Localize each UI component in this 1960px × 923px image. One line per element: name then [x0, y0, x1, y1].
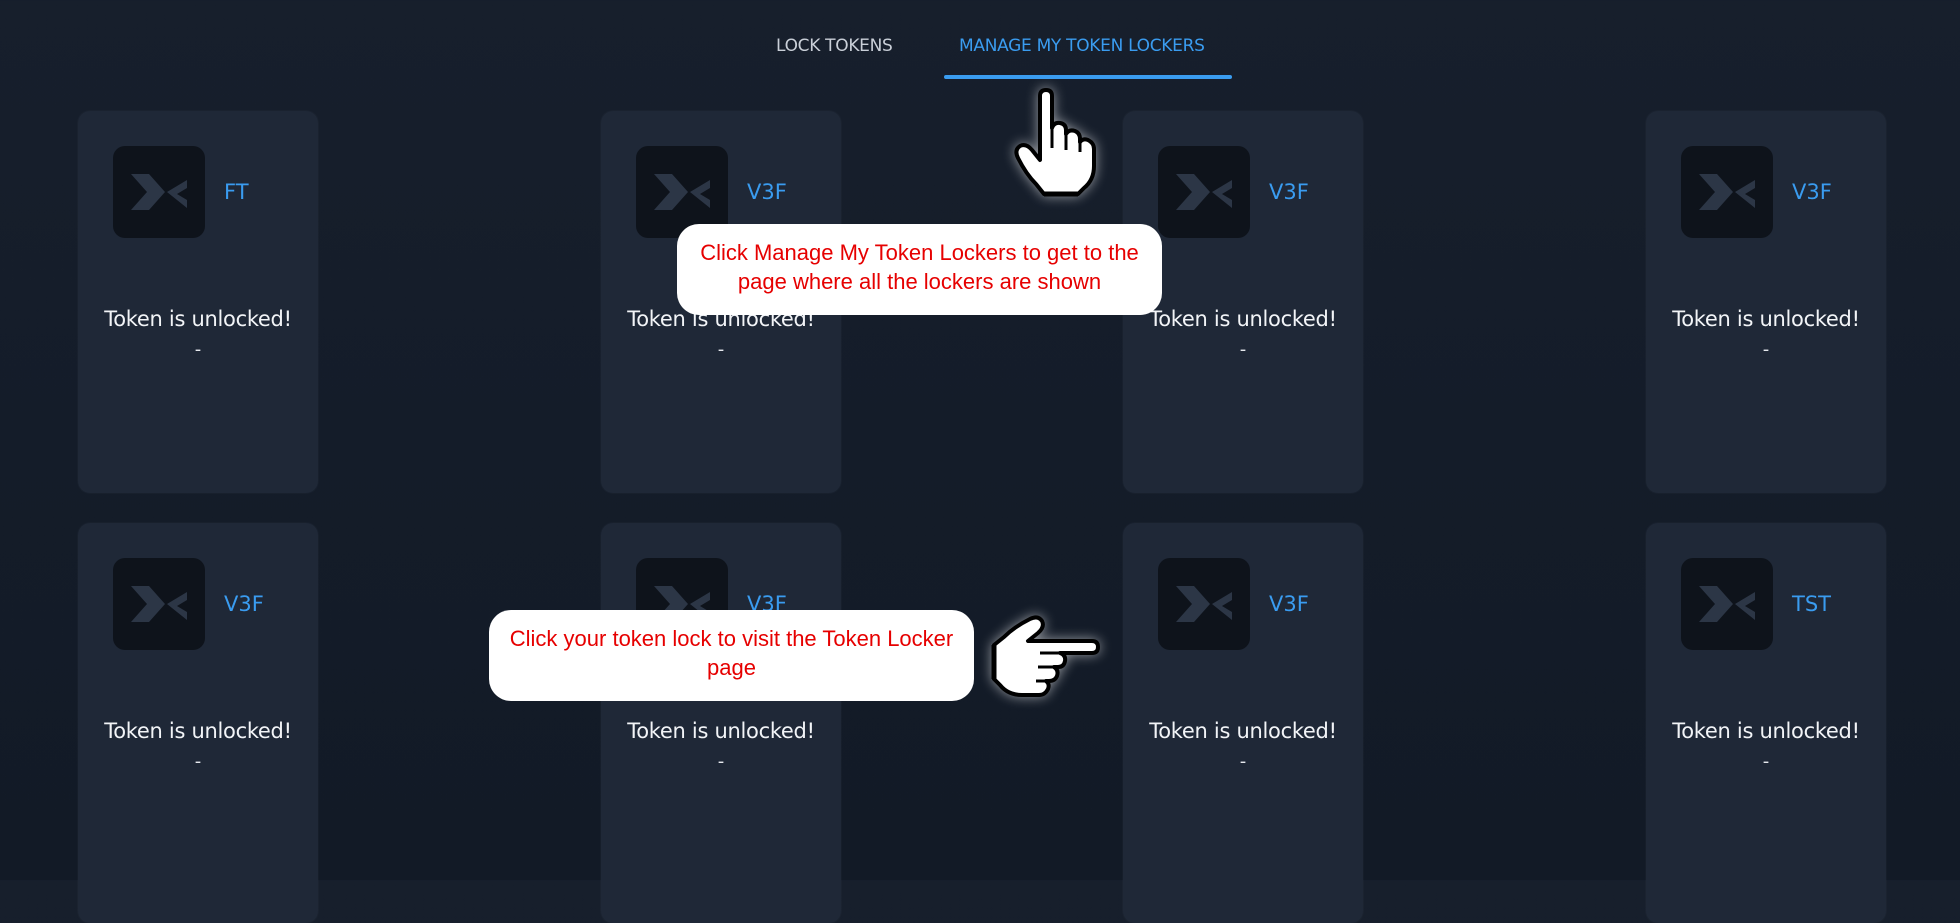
token-locker-card[interactable]: V3F Token is unlocked! - [1646, 111, 1886, 493]
lock-status-text: Token is unlocked! [1149, 719, 1337, 743]
token-logo-icon [1681, 146, 1773, 238]
lock-detail-text: - [1239, 751, 1247, 772]
token-symbol: V3F [1792, 180, 1832, 204]
token-logo-icon [113, 558, 205, 650]
lock-detail-text: - [717, 339, 725, 360]
token-logo-icon [113, 146, 205, 238]
lock-detail-text: - [194, 339, 202, 360]
token-logo-icon [1158, 146, 1250, 238]
lock-detail-text: - [717, 751, 725, 772]
lock-detail-text: - [1762, 339, 1770, 360]
lock-detail-text: - [1762, 751, 1770, 772]
lock-status-text: Token is unlocked! [1672, 719, 1860, 743]
tutorial-callout-card: Click your token lock to visit the Token… [489, 610, 974, 701]
lock-status-text: Token is unlocked! [104, 307, 292, 331]
token-logo-icon [1158, 558, 1250, 650]
tutorial-callout-manage: Click Manage My Token Lockers to get to … [677, 224, 1162, 315]
token-locker-grid: FT Token is unlocked! - V3F Token is unlocke… [0, 0, 1960, 923]
token-symbol: TST [1792, 592, 1831, 616]
token-symbol: FT [224, 180, 249, 204]
lock-status-text: Token is unlocked! [1149, 307, 1337, 331]
token-logo-icon [1681, 558, 1773, 650]
lock-status-text: Token is unlocked! [627, 719, 815, 743]
lock-status-text: Token is unlocked! [1672, 307, 1860, 331]
token-locker-card[interactable]: V3F Token is unlocked! - [601, 523, 841, 923]
token-symbol: V3F [747, 180, 787, 204]
hand-pointer-up-icon [1014, 88, 1096, 197]
token-symbol: V3F [1269, 180, 1309, 204]
token-locker-card[interactable]: TST Token is unlocked! - [1646, 523, 1886, 923]
token-symbol: V3F [224, 592, 264, 616]
token-locker-card[interactable]: FT Token is unlocked! - [78, 111, 318, 493]
lock-detail-text: - [194, 751, 202, 772]
hand-pointer-right-icon [991, 615, 1100, 697]
token-locker-card[interactable]: V3F Token is unlocked! - [78, 523, 318, 923]
lock-status-text: Token is unlocked! [104, 719, 292, 743]
token-symbol: V3F [1269, 592, 1309, 616]
token-locker-card[interactable]: V3F Token is unlocked! - [1123, 523, 1363, 923]
lock-detail-text: - [1239, 339, 1247, 360]
